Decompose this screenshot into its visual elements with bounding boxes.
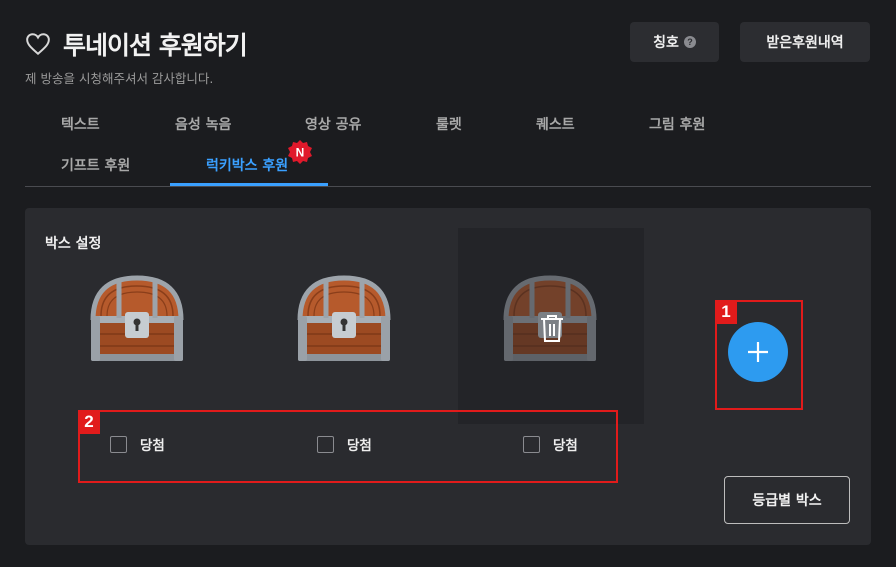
trash-icon[interactable] [538, 313, 566, 343]
page-title: 투네이션 후원하기 [63, 31, 248, 60]
box-settings-title: 박스 설정 [45, 236, 102, 252]
tab-luckybox-donation[interactable]: 럭키박스 후원 [206, 155, 288, 175]
title-button[interactable]: 칭호 ? [630, 22, 719, 62]
tab-drawing-donation[interactable]: 그림 후원 [649, 114, 705, 134]
tab-gift-donation[interactable]: 기프트 후원 [61, 155, 130, 175]
help-icon: ? [683, 36, 696, 48]
annotation-tag-1: 1 [715, 300, 737, 324]
title-button-label: 칭호 [653, 35, 679, 51]
active-tab-underline [170, 183, 328, 186]
donation-history-button[interactable]: 받은후원내역 [740, 22, 870, 62]
grade-box-label: 등급별 박스 [752, 493, 822, 509]
page-header: 투네이션 후원하기 제 방송을 시청해주셔서 감사합니다. [25, 26, 248, 87]
annotation-tag-2: 2 [78, 410, 100, 434]
heart-icon[interactable] [25, 32, 51, 56]
tab-voice-recording[interactable]: 음성 녹음 [175, 114, 231, 134]
tab-video-share[interactable]: 영상 공유 [305, 114, 361, 134]
new-badge-icon: N [288, 140, 312, 164]
svg-text:?: ? [687, 37, 693, 47]
new-badge-text: N [296, 146, 305, 160]
donation-type-tabs: 텍스트 음성 녹음 영상 공유 룰렛 퀘스트 그림 후원 기프트 후원 럭키박스… [25, 103, 871, 187]
tab-quest[interactable]: 퀘스트 [536, 114, 575, 134]
annotation-box-2 [78, 410, 618, 483]
page-subtitle: 제 방송을 시청해주셔서 감사합니다. [25, 71, 214, 86]
tab-roulette[interactable]: 룰렛 [436, 114, 462, 134]
treasure-chest-1[interactable] [83, 270, 191, 366]
grade-box-button[interactable]: 등급별 박스 [724, 476, 850, 524]
tab-text[interactable]: 텍스트 [61, 114, 100, 134]
treasure-chest-2[interactable] [290, 270, 398, 366]
donation-history-label: 받은후원내역 [766, 35, 844, 51]
title-row: 투네이션 후원하기 [25, 26, 248, 62]
